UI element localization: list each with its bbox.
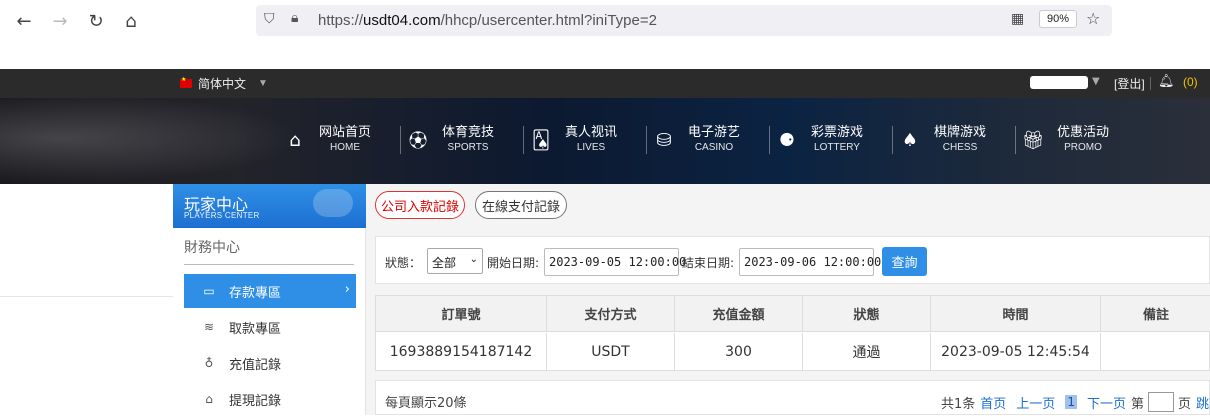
players-center-header: 玩家中心 PLAYERS CENTER (173, 184, 366, 228)
reload-icon[interactable]: ↻ (84, 9, 108, 33)
url-text[interactable]: https://usdt04.com/hhcp/usercenter.html?… (318, 12, 657, 29)
address-bar[interactable]: ⛉ 🔒︎ https://usdt04.com/hhcp/usercenter.… (256, 5, 1112, 36)
back-icon[interactable]: ← (12, 9, 36, 33)
site-topbar: 简体中文 ▼ ▼ [登出] 🔔︎ (0) (0, 69, 1210, 98)
current-page[interactable]: 1 (1065, 395, 1077, 409)
nav-casino[interactable]: ⛁ 电子游艺 CASINO (647, 126, 770, 154)
sidebar-item-withdraw[interactable]: ≋ 取款專區 (184, 310, 356, 344)
divider (184, 264, 354, 265)
china-flag-icon (180, 76, 192, 88)
home-icon: ⌂ (289, 129, 301, 151)
pagination: 共1条 首页 上一页 1 下一页 第 页 跳转 (941, 392, 1210, 412)
cell-time: 2023-09-05 12:45:54 (931, 333, 1101, 371)
status-label: 狀態： (385, 256, 422, 270)
cash-icon: ≋ (203, 320, 215, 334)
lottery-icon: ⚈ (778, 129, 796, 151)
divider (0, 296, 173, 297)
header-time: 時間 (931, 296, 1101, 331)
chips-icon: ⛁ (656, 129, 672, 151)
chevron-down-icon[interactable]: ▼ (1092, 76, 1100, 87)
notification-count[interactable]: (0) (1183, 75, 1198, 89)
bell-icon[interactable]: 🔔︎ (1158, 74, 1175, 89)
nav-promo[interactable]: 🎁︎ 优惠活动 PROMO (1016, 126, 1139, 154)
cards-icon: 🂡 (531, 129, 551, 151)
table-header: 訂單號 支付方式 充值金額 狀態 時間 備註 (376, 296, 1210, 332)
tab-online-payment[interactable]: 在線支付記錄 (475, 191, 567, 219)
end-date-input[interactable]: 2023-09-06 12:00:00 (739, 248, 881, 276)
divider (1150, 77, 1151, 90)
sidebar-item-withdraw-records[interactable]: ⌂ 提現記錄 (184, 382, 356, 416)
tab-company-deposit[interactable]: 公司入款記錄 (375, 191, 465, 219)
username-redacted[interactable] (1030, 76, 1088, 89)
spade-icon: ♠ (901, 129, 919, 151)
cell-order-no: 1693889154187142 (376, 333, 547, 371)
chevron-down-icon: ⌄ (469, 254, 478, 265)
sidebar-item-deposit-records[interactable]: ♁ 充值記錄 (184, 346, 356, 380)
nav-lottery[interactable]: ⚈ 彩票游戏 LOTTERY (770, 126, 893, 154)
moneybag-icon: ♁ (204, 356, 214, 370)
jump-link[interactable]: 跳转 (1196, 393, 1210, 412)
nav-lives[interactable]: 🂡 真人视讯 LIVES (524, 126, 647, 154)
header-order-no: 訂單號 (376, 296, 547, 331)
cell-status: 通過 (803, 333, 931, 371)
cell-amount: 300 (675, 333, 803, 371)
cell-remark (1101, 333, 1210, 371)
status-select[interactable]: 全部 ⌄ (427, 248, 483, 274)
logout-link[interactable]: [登出] (1114, 75, 1145, 92)
next-page-link[interactable]: 下一页 (1087, 393, 1126, 412)
player-center-sidebar: 玩家中心 PLAYERS CENTER 財務中心 ▭ 存款專區 › ≋ 取款專區… (173, 184, 366, 415)
start-date-input[interactable]: 2023-09-05 12:00:00 (544, 248, 686, 276)
end-date-label: 結束日期: (682, 256, 735, 270)
nav-home[interactable]: ⌂ 网站首页 HOME (278, 126, 401, 154)
total-count: 共1条 (941, 396, 976, 412)
pagination-bar: 每頁顯示20條 共1条 首页 上一页 1 下一页 第 页 跳转 (375, 380, 1210, 415)
start-date-label: 開始日期: (487, 256, 540, 270)
goto-prefix: 第 (1130, 396, 1144, 412)
header-remark: 備註 (1142, 308, 1169, 323)
goto-suffix: 页 (1177, 396, 1191, 412)
bookmark-star-icon[interactable]: ☆ (1086, 9, 1100, 28)
query-button[interactable]: 查詢 (882, 247, 927, 276)
page-number-input[interactable] (1147, 392, 1174, 412)
nav-sports[interactable]: ⚽︎ 体育竞技 SPORTS (401, 126, 524, 154)
chevron-down-icon: ▼ (258, 78, 268, 89)
language-selector[interactable]: 简体中文 ▼ (180, 75, 268, 92)
nav-chess[interactable]: ♠ 棋牌游戏 CHESS (893, 126, 1016, 154)
ball-icon: ⚽︎ (409, 131, 427, 152)
home-icon[interactable]: ⌂ (119, 9, 143, 33)
prev-page-link[interactable]: 上一页 (1016, 393, 1055, 412)
first-page-link[interactable]: 首页 (980, 393, 1006, 412)
chevron-right-icon: › (344, 282, 350, 297)
qr-code-icon[interactable]: ▦ (1011, 11, 1024, 27)
lock-icon[interactable]: 🔒︎ (291, 10, 298, 26)
sidebar-item-deposit[interactable]: ▭ 存款專區 › (184, 274, 356, 308)
header-amount: 充值金額 (675, 296, 803, 331)
table-row: 1693889154187142 USDT 300 通過 2023-09-05 … (376, 333, 1210, 371)
shield-icon[interactable]: ⛉ (264, 11, 275, 27)
forward-icon[interactable]: → (48, 9, 72, 33)
main-content: 公司入款記錄 在線支付記錄 狀態： 全部 ⌄ 開始日期: 2023-09-05 … (366, 184, 1210, 415)
cell-payment-method: USDT (547, 333, 675, 371)
per-page-text: 每頁顯示20條 (385, 396, 467, 411)
header-payment-method: 支付方式 (547, 296, 675, 331)
zoom-level[interactable]: 90% (1039, 10, 1078, 28)
header-status: 狀態 (803, 296, 931, 331)
section-title: 財務中心 (184, 240, 240, 256)
banner: ⌂ 网站首页 HOME ⚽︎ 体育竞技 SPORTS 🂡 真人视讯 LIVES ⛁ 电… (0, 98, 1210, 184)
filter-bar: 狀態： 全部 ⌄ 開始日期: 2023-09-05 12:00:00 結束日期:… (375, 236, 1210, 284)
records-table: 訂單號 支付方式 充值金額 狀態 時間 備註 1693889154187142 … (375, 295, 1210, 371)
withdraw-icon: ⌂ (205, 392, 213, 406)
card-icon: ▭ (203, 284, 215, 298)
gift-icon: 🎁︎ (1021, 129, 1045, 151)
main-nav: ⌂ 网站首页 HOME ⚽︎ 体育竞技 SPORTS 🂡 真人视讯 LIVES ⛁ 电… (278, 126, 1139, 154)
gamepad-icon (313, 189, 353, 217)
browser-toolbar: ← → ↻ ⌂ ⛉ 🔒︎ https://usdt04.com/hhcp/use… (0, 0, 1210, 42)
